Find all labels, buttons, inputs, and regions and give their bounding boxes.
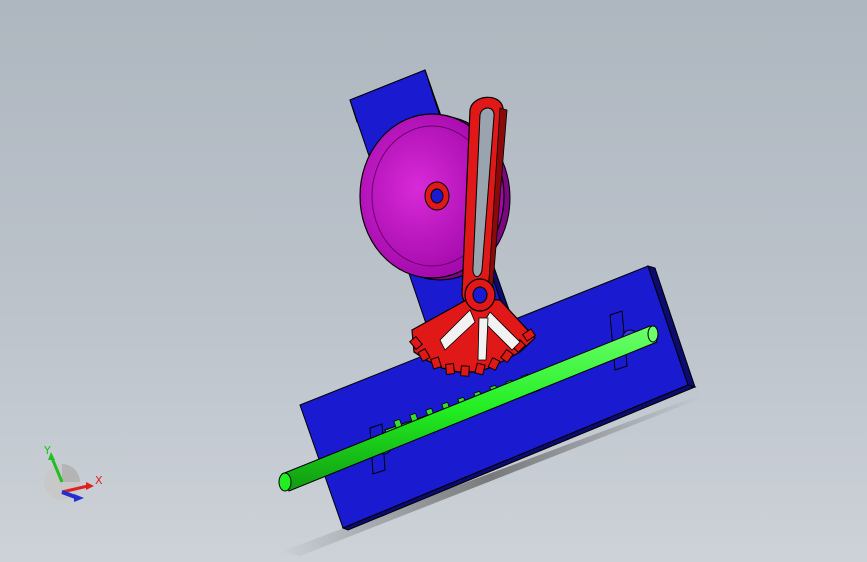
x-axis-label: X (95, 474, 103, 487)
z-axis-arrow (74, 494, 84, 502)
axis-triad (44, 452, 94, 502)
assembly-model[interactable] (0, 0, 867, 562)
y-axis-label: Y (44, 444, 51, 457)
cad-viewport[interactable]: Y X (0, 0, 867, 562)
x-axis-arrow (86, 482, 94, 490)
